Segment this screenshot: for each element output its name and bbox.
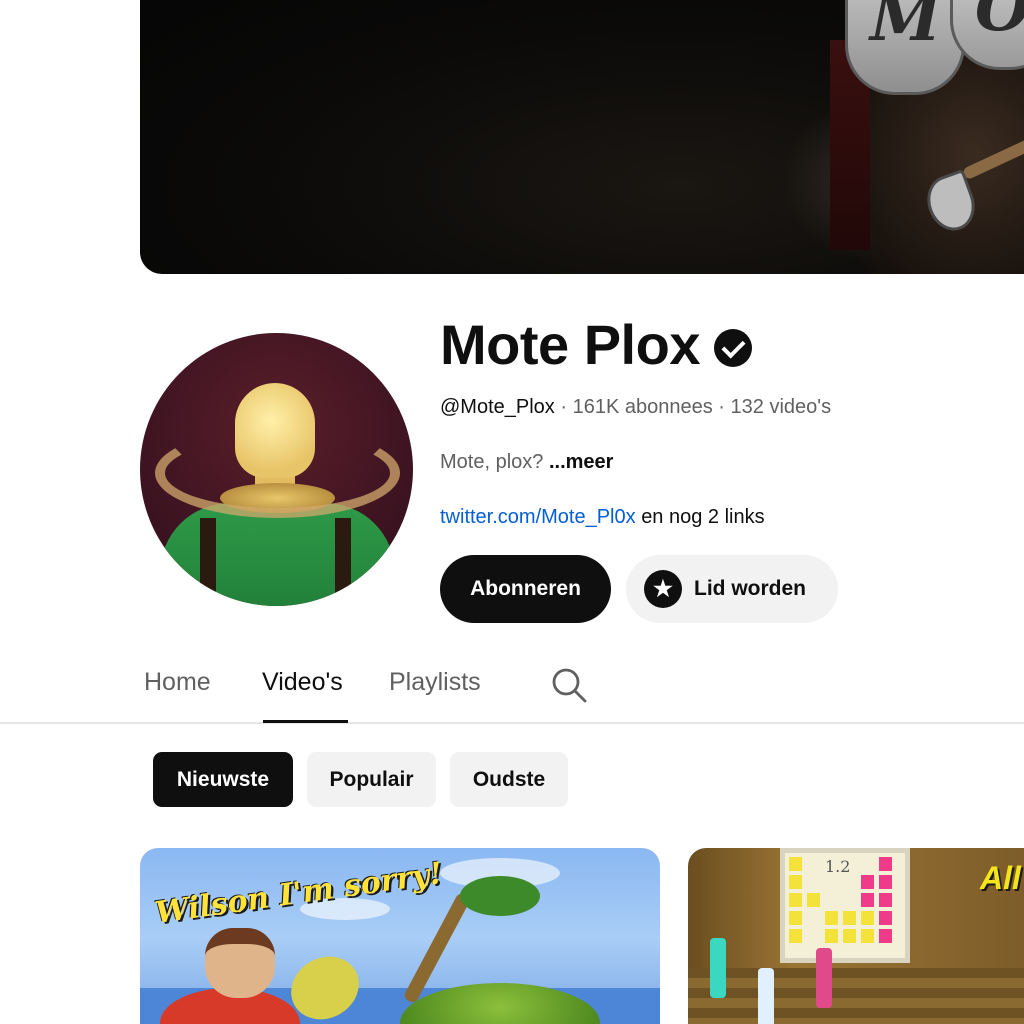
board-cell: [861, 929, 874, 943]
board-cell: [789, 929, 802, 943]
board-cell: [843, 929, 856, 943]
channel-name-row: Mote Plox: [440, 312, 752, 377]
avatar-head: [235, 383, 315, 478]
twitter-link[interactable]: twitter.com/Mote_Pl0x: [440, 506, 636, 528]
chip-popular[interactable]: Populair: [307, 752, 436, 807]
channel-tabs: Home Video's Playlists: [0, 650, 1024, 724]
board-cell: [861, 893, 874, 907]
subscribe-button[interactable]: Abonneren: [440, 555, 611, 623]
video-count: 132 video's: [730, 396, 832, 418]
thumbnail-floor: [688, 968, 1024, 1024]
banner-helmet-left: M: [845, 0, 965, 95]
thumbnail-bottle: [758, 968, 774, 1024]
join-button[interactable]: ★ Lid worden: [626, 555, 838, 623]
board-cell: [843, 911, 856, 925]
thumbnail-palm-leaves: [460, 876, 540, 916]
banner-logo-letter-m: M: [870, 0, 941, 56]
tab-playlists[interactable]: Playlists: [389, 668, 481, 697]
banner-logo-letter-o: O: [975, 0, 1024, 46]
channel-handle: @Mote_Plox: [440, 396, 555, 418]
meta-separator-1: ·: [560, 396, 568, 418]
board-cell: [861, 911, 874, 925]
thumbnail-periodic-board: 1.2: [780, 848, 910, 963]
board-cell: [825, 929, 838, 943]
board-cell: [789, 857, 802, 871]
search-icon[interactable]: [550, 666, 588, 704]
thumbnail-title-text: Wilson I'm sorry!: [152, 856, 445, 931]
thumbnail-bottle: [816, 948, 832, 1008]
thumbnail-board-text: 1.2: [825, 857, 851, 876]
video-thumbnail[interactable]: 1.2 All: [688, 848, 1024, 1024]
active-tab-indicator: [263, 720, 348, 723]
subscriber-count: 161K abonnees: [572, 396, 713, 418]
chip-oldest[interactable]: Oudste: [450, 752, 568, 807]
board-cell: [879, 929, 892, 943]
chip-newest[interactable]: Nieuwste: [153, 752, 293, 807]
meta-separator-2: ·: [718, 396, 725, 418]
channel-links: twitter.com/Mote_Pl0x en nog 2 links: [440, 506, 765, 529]
board-cell: [825, 911, 838, 925]
channel-banner: M O: [140, 0, 1024, 274]
board-cell: [879, 857, 892, 871]
channel-name: Mote Plox: [440, 313, 700, 376]
channel-avatar[interactable]: [140, 333, 413, 606]
board-cell: [879, 875, 892, 889]
avatar-strap-right: [335, 518, 351, 606]
thumbnail-bottle: [710, 938, 726, 998]
description-text: Mote, plox?: [440, 451, 544, 473]
board-cell: [861, 875, 874, 889]
avatar-shirt: [160, 503, 395, 606]
more-links-button[interactable]: en nog 2 links: [641, 506, 764, 528]
join-button-label: Lid worden: [694, 577, 806, 600]
thumbnail-character-head: [205, 928, 275, 998]
video-thumbnail[interactable]: Wilson I'm sorry!: [140, 848, 660, 1024]
tab-videos[interactable]: Video's: [262, 668, 343, 697]
avatar-strap-left: [200, 518, 216, 606]
board-cell: [879, 893, 892, 907]
tab-home[interactable]: Home: [144, 668, 211, 697]
channel-meta: @Mote_Plox · 161K abonnees · 132 video's: [440, 396, 831, 419]
thumbnail-title-text: All: [980, 860, 1021, 896]
board-cell: [879, 911, 892, 925]
verified-check-icon: [713, 328, 752, 367]
board-cell: [789, 875, 802, 889]
board-cell: [807, 893, 820, 907]
board-cell: [789, 893, 802, 907]
channel-description[interactable]: Mote, plox? ...meer: [440, 451, 613, 474]
star-icon: ★: [644, 570, 682, 608]
description-more-link[interactable]: ...meer: [549, 451, 613, 473]
board-cell: [789, 911, 802, 925]
